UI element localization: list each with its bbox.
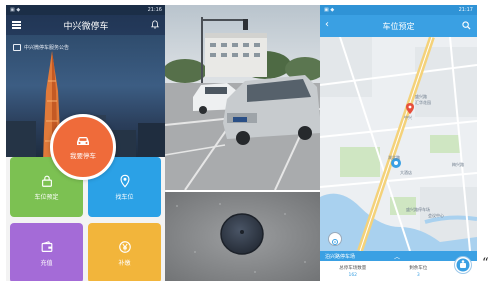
reservation-title: 车位预定 [382, 21, 415, 31]
map-label: 大酒店 [400, 170, 412, 175]
back-payment-tile[interactable]: 补缴 [88, 223, 161, 281]
bell-icon[interactable] [151, 20, 159, 29]
status-icons-left: ▣ ◆ [324, 7, 335, 13]
parking-sensor-scene [165, 192, 320, 281]
menu-icon[interactable] [12, 21, 21, 29]
find-space-label: 找车位 [115, 193, 134, 201]
car-icon [77, 136, 89, 145]
status-time: 21:17 [458, 7, 473, 13]
map-label: 盛兴路停车场 [406, 207, 430, 212]
notice-icon [13, 44, 21, 51]
search-icon[interactable] [462, 21, 471, 30]
map-label: 梅兴路 [452, 162, 464, 167]
locate-icon[interactable] [328, 232, 342, 246]
app-title: 中兴微停车 [63, 21, 109, 32]
status-icons-left: ▣ ◆ [10, 7, 21, 13]
stat-remaining: 剩余车位 3 [409, 265, 428, 278]
parking-sensor-photo [165, 192, 320, 281]
notice-text: 中兴微停车服务公告 [24, 45, 70, 51]
status-bar: ▣ ◆ 21:17 [320, 5, 477, 15]
parking-lot-photo [165, 5, 320, 190]
lock-icon [41, 175, 52, 187]
wallet-icon [41, 240, 52, 252]
location-icon [119, 174, 130, 188]
back-icon[interactable]: ‹ [325, 20, 329, 30]
top-up-label: 充值 [40, 259, 53, 267]
parking-app-home-screen: ▣ ◆ 21:16 中兴微停车 中兴微停车服务公告 车位预定 找车位 充值 补缴… [6, 5, 166, 281]
status-bar: ▣ ◆ 21:16 [6, 5, 166, 15]
parking-lot-scene [165, 5, 320, 190]
reservation-map-screen: ▣ ◆ 21:17 ‹ 车位预定 盛兴路 汇华花园 中兴 湖北路 梅兴路 大酒店… [320, 5, 477, 281]
reserve-space-label: 车位预定 [34, 193, 59, 201]
map-canvas [320, 37, 477, 251]
map-label: 汇华花园 [415, 100, 431, 105]
status-time: 21:16 [147, 7, 162, 13]
nearby-lot-bar[interactable]: 泊兴路停车场 ︿ [320, 251, 477, 261]
reservation-header: ‹ 车位预定 [320, 15, 477, 37]
parking-icon[interactable] [454, 256, 472, 274]
back-payment-label: 补缴 [118, 259, 131, 267]
nearby-lot-name: 泊兴路停车场 [325, 253, 356, 260]
yuan-icon [118, 240, 131, 253]
park-now-button[interactable]: 我要停车 [50, 114, 116, 180]
chevron-up-icon[interactable]: ︿ [394, 252, 400, 261]
top-up-tile[interactable]: 充值 [10, 223, 83, 281]
map-label: 会议中心 [428, 213, 444, 218]
map-label: 湖北路 [388, 155, 400, 160]
parking-map[interactable]: 盛兴路 汇华花园 中兴 湖北路 梅兴路 大酒店 会议中心 盛兴路停车场 [320, 37, 477, 251]
building-silhouette [6, 121, 36, 162]
notice-bar[interactable]: 中兴微停车服务公告 [13, 44, 69, 51]
map-label: 中兴 [404, 115, 412, 120]
app-header: 中兴微停车 [6, 15, 166, 35]
stat-total-lots: 总停车场数量 162 [339, 265, 367, 278]
trailing-quote-mark: “ [482, 256, 489, 271]
park-now-label: 我要停车 [70, 151, 96, 160]
